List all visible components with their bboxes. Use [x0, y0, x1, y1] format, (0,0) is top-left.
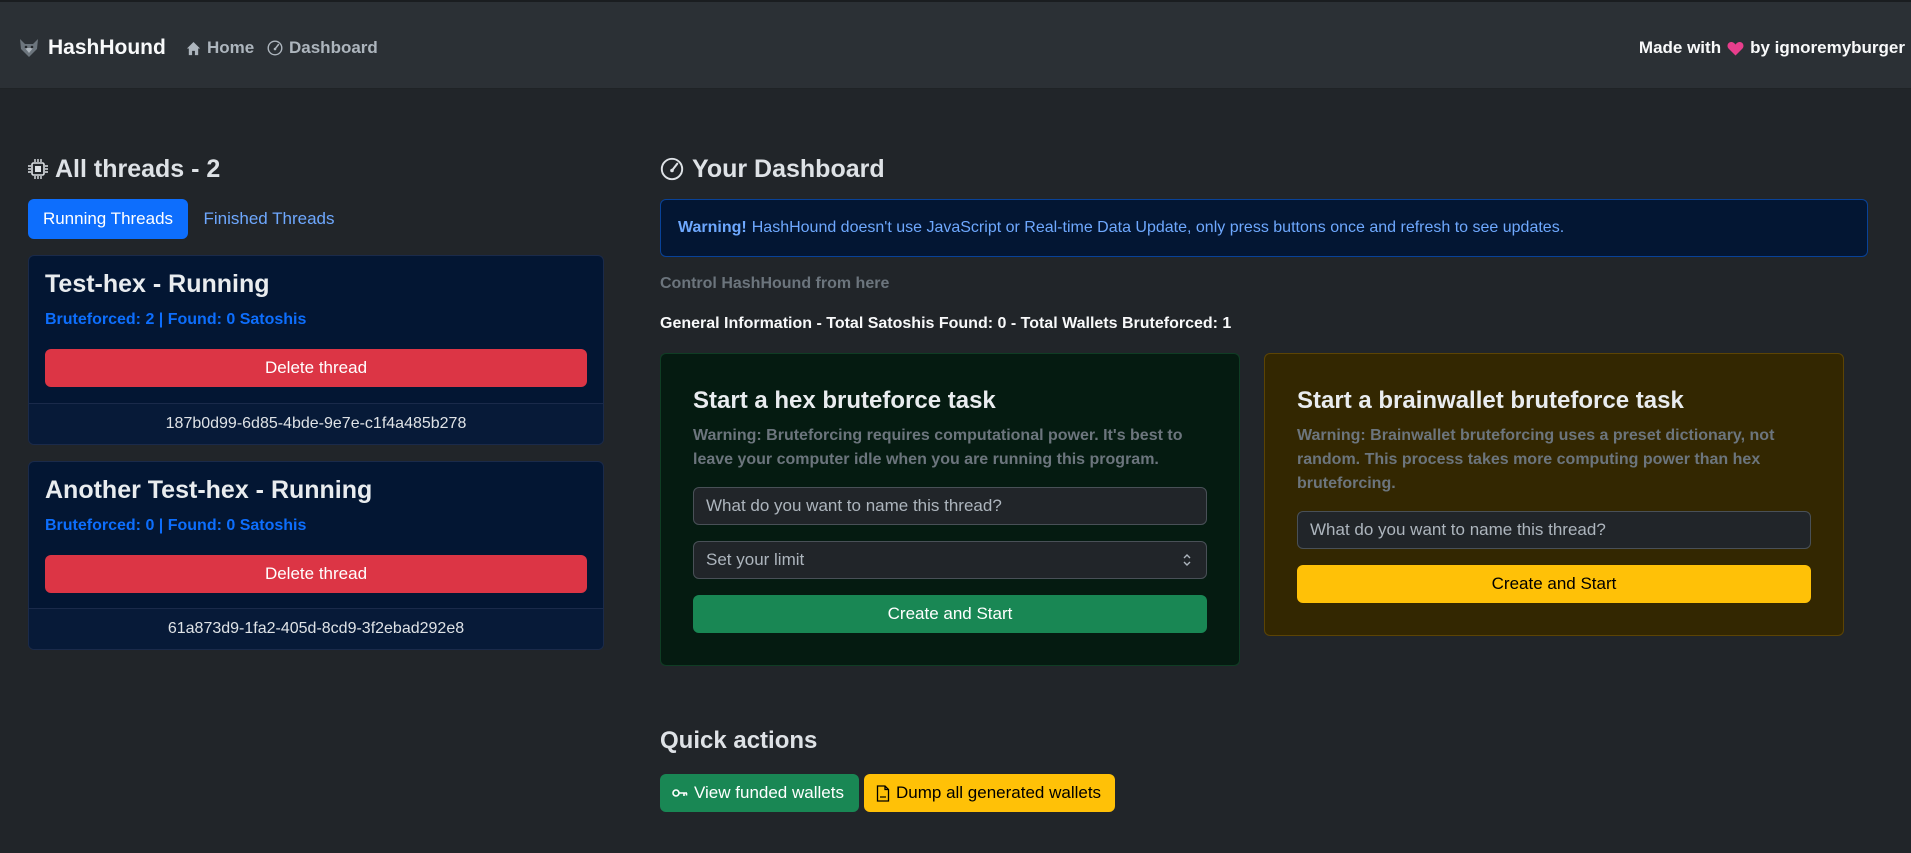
hex-limit-select[interactable]: Set your limit [693, 541, 1207, 579]
threads-title: All threads - 2 [55, 154, 221, 183]
quick-actions-heading: Quick actions [660, 727, 818, 754]
control-subtitle: Control HashHound from here [660, 275, 890, 292]
dashboard-heading: Your Dashboard [660, 151, 885, 187]
nav-home-link[interactable]: Home [186, 36, 254, 60]
thread-stats: Bruteforced: 0 | Found: 0 Satoshis [45, 517, 307, 534]
hex-task-card: Start a hex bruteforce task Warning: Bru… [660, 353, 1240, 666]
hex-task-warning: Warning: Bruteforcing requires computati… [693, 427, 1183, 468]
brainwallet-task-warning: Warning: Brainwallet bruteforcing uses a… [1297, 427, 1775, 492]
warning-alert: Warning! HashHound doesn't use JavaScrip… [660, 199, 1868, 257]
made-with-credit: Made with by ignoremyburger [1639, 36, 1905, 60]
thread-stats: Bruteforced: 2 | Found: 0 Satoshis [45, 311, 307, 328]
hex-task-title: Start a hex bruteforce task [693, 387, 996, 414]
wolf-icon [18, 37, 40, 59]
heart-icon [1727, 41, 1744, 56]
brainwallet-create-start-button[interactable]: Create and Start [1297, 565, 1811, 603]
nav-dashboard-link[interactable]: Dashboard [267, 36, 378, 60]
house-icon [186, 41, 201, 56]
nav-dashboard-label: Dashboard [289, 38, 378, 57]
hex-create-start-button[interactable]: Create and Start [693, 595, 1207, 633]
tab-running-threads[interactable]: Running Threads [28, 199, 188, 239]
dashboard-title: Your Dashboard [692, 154, 885, 183]
brand-name: HashHound [48, 36, 166, 59]
brainwallet-task-title: Start a brainwallet bruteforce task [1297, 387, 1684, 414]
speedometer-icon [267, 40, 283, 56]
alert-text: HashHound doesn't use JavaScript or Real… [751, 219, 1565, 236]
made-with-suffix: by ignoremyburger [1750, 38, 1905, 57]
chevron-up-down-icon [1182, 551, 1192, 569]
dump-generated-wallets-button[interactable]: Dump all generated wallets [864, 774, 1115, 812]
delete-thread-button[interactable]: Delete thread [45, 555, 587, 593]
threads-heading: All threads - 2 [27, 151, 220, 187]
view-funded-wallets-button[interactable]: View funded wallets [660, 774, 859, 812]
thread-card: Test-hex - Running Bruteforced: 2 | Foun… [28, 255, 604, 445]
thread-id: 61a873d9-1fa2-405d-8cd9-3f2ebad292e8 [29, 608, 603, 649]
thread-name: Another Test-hex - Running [45, 476, 373, 504]
cpu-icon [27, 158, 49, 180]
brainwallet-task-card: Start a brainwallet bruteforce task Warn… [1264, 353, 1844, 636]
brainwallet-thread-name-input[interactable]: What do you want to name this thread? [1297, 511, 1811, 549]
thread-id: 187b0d99-6d85-4bde-9e7e-c1f4a485b278 [29, 403, 603, 444]
view-funded-wallets-label: View funded wallets [694, 783, 844, 802]
thread-card: Another Test-hex - Running Bruteforced: … [28, 461, 604, 650]
hex-limit-placeholder: Set your limit [706, 550, 805, 569]
thread-name: Test-hex - Running [45, 270, 270, 298]
key-icon [672, 787, 688, 799]
delete-thread-button[interactable]: Delete thread [45, 349, 587, 387]
tab-finished-threads[interactable]: Finished Threads [190, 199, 348, 239]
hex-thread-name-input[interactable]: What do you want to name this thread? [693, 487, 1207, 525]
made-with-prefix: Made with [1638, 38, 1722, 57]
general-information: General Information - Total Satoshis Fou… [660, 315, 1232, 332]
file-icon [876, 784, 890, 802]
dump-generated-wallets-label: Dump all generated wallets [896, 783, 1102, 802]
alert-strong: Warning! [678, 219, 747, 236]
brand[interactable]: HashHound [18, 34, 166, 62]
nav-home-label: Home [207, 38, 255, 57]
speedometer-icon [660, 157, 684, 181]
navbar: HashHound Home Dashboard Made with by ig… [0, 0, 1911, 89]
